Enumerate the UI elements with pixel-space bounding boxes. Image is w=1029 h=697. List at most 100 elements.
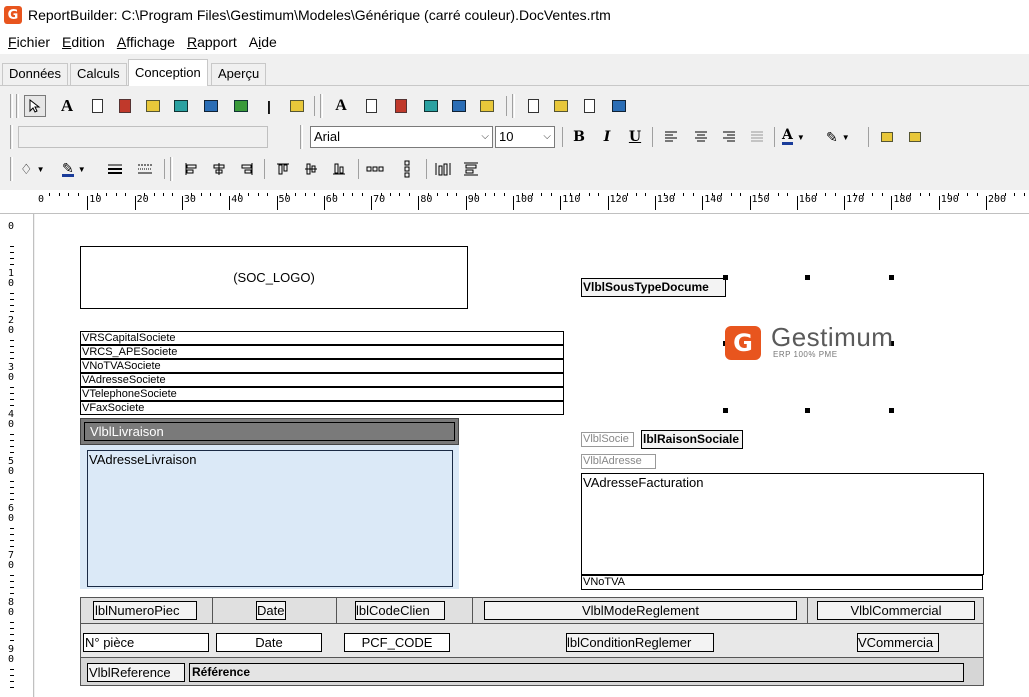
menu-edition[interactable]: Edition (56, 34, 111, 50)
bring-to-front-icon[interactable] (876, 126, 898, 148)
dbimage-tool-icon[interactable] (448, 95, 470, 117)
line-thickness-icon[interactable] (104, 158, 126, 180)
telephone-societe-field[interactable]: VTelephoneSociete (80, 387, 564, 401)
numero-piece-label[interactable]: lblNumeroPiec (93, 601, 197, 620)
dbmemo-tool-icon[interactable] (360, 95, 382, 117)
space-vertical-icon[interactable] (396, 158, 418, 180)
dbtext-tool-icon[interactable]: A (330, 95, 352, 117)
richtext-tool-icon[interactable] (114, 95, 136, 117)
system-variable-icon[interactable] (142, 95, 164, 117)
dbcalc-tool-icon[interactable] (420, 95, 442, 117)
sous-type-document-label[interactable]: VlblSousTypeDocume (581, 278, 726, 297)
tab-donnees[interactable]: Données (2, 63, 69, 85)
align-lefts-icon[interactable] (180, 158, 202, 180)
selection-handle[interactable] (805, 275, 810, 280)
align-vcenter-icon[interactable] (300, 158, 322, 180)
region-tool-icon[interactable] (522, 95, 544, 117)
menu-fichier[interactable]: Fichier (2, 34, 56, 50)
toolbar-grip[interactable] (10, 125, 13, 149)
societe-label[interactable]: VlblSocie (581, 432, 634, 447)
notva-societe-field[interactable]: VNoTVASociete (80, 359, 564, 373)
capital-societe-field[interactable]: VRSCapitalSociete (80, 331, 564, 345)
line-style-icon[interactable] (134, 158, 156, 180)
component-name-field[interactable] (18, 126, 268, 148)
toolbar-grip[interactable] (10, 94, 13, 118)
pcf-code-field[interactable]: PCF_CODE (344, 633, 450, 652)
toolbar-grip[interactable] (320, 94, 323, 118)
subreport-tool-icon[interactable] (550, 95, 572, 117)
align-right-icon[interactable] (718, 126, 740, 148)
align-hcenter-icon[interactable] (208, 158, 230, 180)
toolbar-grip[interactable] (16, 94, 19, 118)
numero-piece-field[interactable]: N° pièce (83, 633, 209, 652)
same-height-icon[interactable] (432, 158, 454, 180)
toolbar-grip[interactable] (512, 94, 515, 118)
commercial-field[interactable]: VCommercia (857, 633, 939, 652)
date-header-label[interactable]: Date (256, 601, 286, 620)
selection-handle[interactable] (889, 408, 894, 413)
selection-handle[interactable] (889, 275, 894, 280)
tab-conception[interactable]: Conception (128, 59, 208, 86)
fax-societe-field[interactable]: VFaxSociete (80, 401, 564, 415)
chart-tool-icon[interactable] (608, 95, 630, 117)
notva-field[interactable]: VNoTVA (581, 575, 983, 590)
italic-button[interactable]: I (596, 126, 618, 148)
toolbar-grip[interactable] (170, 157, 173, 181)
toolbar-grip[interactable] (300, 125, 303, 149)
adresse-label[interactable]: VlblAdresse (581, 454, 656, 469)
shape-tool-icon[interactable] (230, 95, 252, 117)
tab-calculs[interactable]: Calculs (70, 63, 127, 85)
align-bottoms-icon[interactable] (328, 158, 350, 180)
rcs-ape-field[interactable]: VRCS_APESociete (80, 345, 564, 359)
report-design-canvas[interactable]: (SOC_LOGO) VRSCapitalSociete VRCS_APESoc… (35, 214, 1029, 697)
line-tool-icon[interactable]: | (258, 95, 280, 117)
font-color-button[interactable]: A ▼ (782, 126, 816, 148)
bold-button[interactable]: B (568, 126, 590, 148)
memo-tool-icon[interactable] (86, 95, 108, 117)
font-size-select[interactable]: 10 ⌵ (495, 126, 555, 148)
dbrichtext-tool-icon[interactable] (390, 95, 412, 117)
crosstab-tool-icon[interactable] (578, 95, 600, 117)
align-rights-icon[interactable] (236, 158, 258, 180)
tab-apercu[interactable]: Aperçu (211, 63, 267, 85)
adresse-facturation-memo[interactable]: VAdresseFacturation (581, 473, 984, 575)
mode-reglement-label[interactable]: VlblModeReglement (484, 601, 797, 620)
underline-button[interactable]: U (624, 126, 646, 148)
dbbarcode-tool-icon[interactable] (476, 95, 498, 117)
font-name-select[interactable]: Arial ⌵ (310, 126, 493, 148)
date-field[interactable]: Date (216, 633, 322, 652)
menu-affichage[interactable]: Affichage (111, 34, 181, 50)
space-horizontal-icon[interactable] (364, 158, 386, 180)
gestimum-logo-image[interactable]: G Gestimum ERP 100% PME (725, 324, 895, 364)
align-center-icon[interactable] (690, 126, 712, 148)
selection-handle[interactable] (805, 408, 810, 413)
line-color-button[interactable]: ✎ ▼ (62, 158, 98, 180)
fill-color-button[interactable]: ♢ ▼ (20, 158, 56, 180)
livraison-address-shape[interactable]: VAdresseLivraison (80, 445, 459, 589)
code-client-label[interactable]: lblCodeClien (355, 601, 445, 620)
align-left-icon[interactable] (660, 126, 682, 148)
adresse-livraison-memo[interactable]: VAdresseLivraison (87, 450, 453, 587)
livraison-label[interactable]: VlblLivraison (84, 422, 455, 441)
selection-handle[interactable] (723, 408, 728, 413)
image-tool-icon[interactable] (200, 95, 222, 117)
menu-aide[interactable]: Aide (243, 34, 283, 50)
same-width-icon[interactable] (460, 158, 482, 180)
calc-variable-icon[interactable] (170, 95, 192, 117)
highlight-color-button[interactable]: ✎ ▼ (826, 126, 860, 148)
raison-sociale-label[interactable]: lblRaisonSociale (641, 430, 743, 449)
soc-logo-image[interactable]: (SOC_LOGO) (80, 246, 468, 309)
barcode-tool-icon[interactable] (286, 95, 308, 117)
reference-field[interactable]: Référence (189, 663, 964, 682)
send-to-back-icon[interactable] (904, 126, 926, 148)
align-tops-icon[interactable] (272, 158, 294, 180)
toolbar-grip[interactable] (10, 157, 13, 181)
select-pointer-icon[interactable] (24, 95, 46, 117)
livraison-header-shape[interactable]: VlblLivraison (80, 418, 459, 445)
justify-icon[interactable] (746, 126, 768, 148)
condition-reglement-label[interactable]: lblConditionReglemer (566, 633, 714, 652)
menu-rapport[interactable]: Rapport (181, 34, 243, 50)
commercial-header-label[interactable]: VlblCommercial (817, 601, 975, 620)
selection-handle[interactable] (723, 275, 728, 280)
reference-label[interactable]: VlblReference (87, 663, 185, 682)
